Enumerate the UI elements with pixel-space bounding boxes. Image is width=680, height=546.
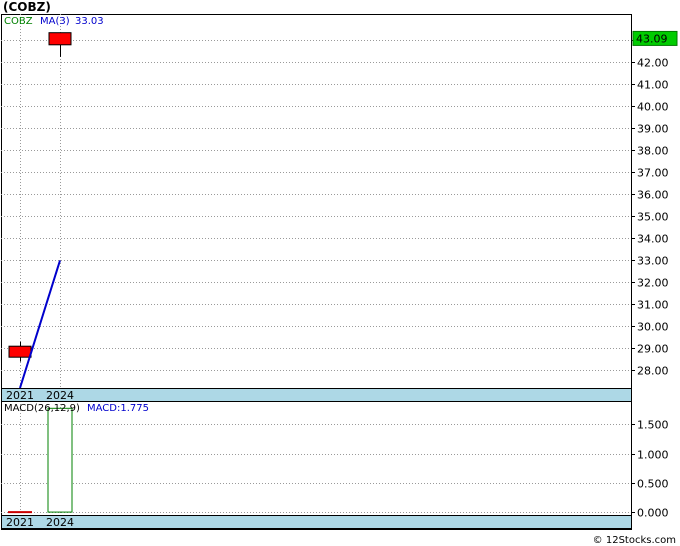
- footer-credit: © 12Stocks.com: [592, 535, 676, 546]
- macd-legend-value: MACD:1.775: [87, 403, 149, 414]
- macd-tick-label: 1.500: [637, 419, 669, 432]
- price-tick-label: 34.00: [637, 233, 669, 246]
- legend-symbol: COBZ: [4, 16, 33, 27]
- macd-xtick-label: 2021: [6, 516, 34, 529]
- price-tick-label: 29.00: [637, 343, 669, 356]
- price-tick-label: 30.00: [637, 321, 669, 334]
- macd-legend-label: MACD(26,12,9): [4, 403, 80, 414]
- macd-xaxis-band: [1, 515, 632, 529]
- current-price-label: 43.09: [636, 32, 668, 45]
- price-tick-label: 33.00: [637, 255, 669, 268]
- price-tick-label: 36.00: [637, 189, 669, 202]
- price-tick-label: 38.00: [637, 145, 669, 158]
- price-tick-label: 35.00: [637, 211, 669, 224]
- price-tick-label: 31.00: [637, 299, 669, 312]
- macd-tick-label: 0.500: [637, 478, 669, 491]
- price-xtick-label: 2024: [46, 389, 74, 402]
- price-xaxis-band: [1, 388, 632, 402]
- legend-ma-value: 33.03: [75, 16, 104, 27]
- macd-xtick-label: 2024: [46, 516, 74, 529]
- candle-body: [48, 32, 72, 46]
- macd-panel-frame: [1, 401, 632, 530]
- legend-ma-label: MA(3): [40, 16, 70, 27]
- macd-tick-label: 1.000: [637, 449, 669, 462]
- price-tick-label: 39.00: [637, 123, 669, 136]
- macd-bar: [47, 407, 73, 513]
- price-tick-label: 37.00: [637, 167, 669, 180]
- macd-tick-label: 0.000: [637, 507, 669, 520]
- price-panel-frame: [1, 14, 632, 403]
- candle-body: [8, 345, 32, 358]
- price-xtick-label: 2021: [6, 389, 34, 402]
- price-tick-label: 42.00: [637, 57, 669, 70]
- price-tick-label: 32.00: [637, 277, 669, 290]
- price-tick-label: 28.00: [637, 365, 669, 378]
- price-tick-label: 41.00: [637, 79, 669, 92]
- price-tick-label: 40.00: [637, 101, 669, 114]
- stock-chart: 28.00 29.00 30.00 31.00 32.00 33.00 34.00 35.00…: [1, 14, 678, 530]
